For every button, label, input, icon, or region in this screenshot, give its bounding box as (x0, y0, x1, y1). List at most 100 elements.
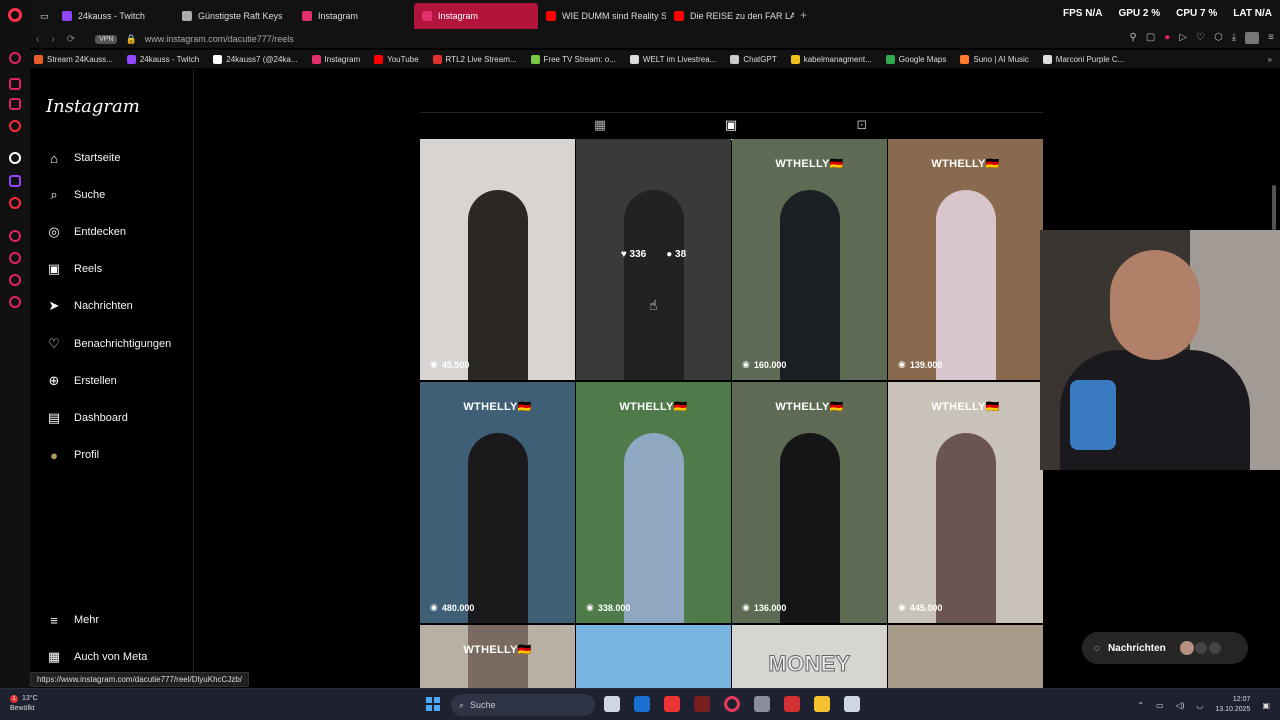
bookmark-item[interactable]: kabelmanagment... (790, 54, 872, 64)
reel-thumbnail (467, 190, 528, 380)
twitch-icon[interactable] (9, 175, 21, 187)
menu-icon[interactable]: ≡ (1268, 32, 1274, 44)
forward-button[interactable]: › (51, 34, 54, 45)
extensions-icon[interactable] (9, 274, 21, 286)
reel-tile[interactable]: ♥ 336 ● 38 (576, 139, 731, 380)
messages-button[interactable]: ◌ Nachrichten (1082, 632, 1248, 664)
profile-avatar-icon[interactable] (1245, 32, 1260, 44)
bookmark-item[interactable]: ChatGPT (730, 54, 777, 64)
back-button[interactable]: ‹ (36, 34, 39, 45)
wifi-icon[interactable]: ◡ (1196, 701, 1203, 710)
bookmark-item[interactable]: WELT im Livestrea... (629, 54, 716, 64)
reel-tile[interactable]: WTHELLY🇩🇪 ◉ 139.000 (888, 139, 1043, 380)
play-icon[interactable]: ▷ (1179, 32, 1187, 44)
bookmark-item[interactable]: 24kauss - Twitch (126, 54, 199, 64)
nav-item-reels[interactable]: ▣ Reels (46, 261, 102, 277)
instagram-logo[interactable]: Instagram (46, 96, 140, 117)
network-icon[interactable]: ▭ (1156, 701, 1164, 710)
reel-tile[interactable]: WTHELLY🇩🇪 ◉ 338.000 (576, 382, 731, 623)
player-icon[interactable] (9, 120, 21, 132)
taskbar-app-icon[interactable] (754, 696, 770, 712)
arc-icon[interactable] (9, 152, 21, 164)
browser-tab[interactable]: 24kauss - Twitch (54, 3, 174, 29)
bookmark-item[interactable]: Free TV Stream: o... (530, 54, 616, 64)
posts-grid-icon[interactable]: ▦ (592, 117, 608, 133)
reel-tile[interactable]: WTHELLY🇩🇪 ◉ 160.000 (732, 139, 887, 380)
aria-icon[interactable] (9, 52, 21, 64)
pin-icon[interactable]: ⚲ (1130, 32, 1137, 44)
taskbar-app-icon[interactable] (724, 696, 740, 712)
news-icon[interactable] (9, 98, 21, 110)
reload-icon[interactable]: ⟳ (67, 34, 75, 45)
reel-tile[interactable]: ◉ 45.500 (420, 139, 575, 380)
tagged-icon[interactable]: ⊡ (854, 117, 870, 133)
url-input[interactable]: www.instagram.com/dacutie777/reels (145, 34, 294, 44)
reel-tile[interactable]: WTHELLY🇩🇪 (420, 625, 575, 689)
nav-item-profil[interactable]: ● Profil (46, 447, 99, 463)
browser-tab[interactable]: Instagram (294, 3, 414, 29)
bookmark-item[interactable]: Google Maps (885, 54, 946, 64)
reels-tab-icon[interactable]: ▣ (710, 117, 752, 140)
settings-icon[interactable] (9, 296, 21, 308)
taskbar-app-icon[interactable] (814, 696, 830, 712)
extensions-icon[interactable]: ⬡ (1214, 32, 1223, 44)
nav-item-mehr[interactable]: ≡ Mehr (46, 612, 99, 628)
browser-tab[interactable]: Die REISE zu den FAR LA (666, 3, 794, 29)
scrollbar[interactable] (1272, 185, 1276, 230)
browser-tab[interactable]: Instagram (414, 3, 538, 29)
reel-tile[interactable]: WTHELLY🇩🇪 ◉ 136.000 (732, 382, 887, 623)
nav-item-entdecken[interactable]: ◎ Entdecken (46, 224, 126, 240)
clock[interactable]: 12:07 13.10.2025 (1215, 695, 1250, 715)
bookmark-item[interactable]: 24kauss7 (@24ka... (213, 54, 298, 64)
workspaces-icon[interactable]: ▭ (40, 3, 54, 29)
taskbar-app-icon[interactable] (844, 696, 860, 712)
notifications-icon[interactable]: ▣ (1262, 701, 1270, 710)
bookmark-item[interactable]: Stream 24Kauss... (34, 54, 113, 64)
youtube-icon[interactable] (9, 197, 21, 209)
taskbar-search[interactable]: ⌕ Suche (451, 694, 595, 716)
bookmark-item[interactable]: YouTube (374, 54, 419, 64)
snapshot-icon[interactable]: ▢ (1146, 32, 1155, 44)
shield-icon[interactable]: ● (1164, 32, 1170, 44)
reel-tile[interactable] (576, 625, 731, 689)
reel-tile[interactable]: MONEY (732, 625, 887, 689)
taskbar-app-icon[interactable] (694, 696, 710, 712)
nav-item-label: Profil (74, 449, 100, 461)
volume-icon[interactable]: ◁) (1176, 701, 1185, 710)
chevron-up-icon[interactable]: ⌃ (1137, 701, 1144, 710)
reel-tile[interactable] (888, 625, 1043, 689)
nav-item-benachrichtigungen[interactable]: ♡ Benachrichtigungen (46, 336, 171, 352)
vpn-badge[interactable]: VPN (95, 34, 118, 44)
bookmark-item[interactable]: Marconi Purple C... (1042, 54, 1124, 64)
taskbar-app-icon[interactable] (664, 696, 680, 712)
messages-label: Nachrichten (1107, 642, 1166, 654)
nav-item-nachrichten[interactable]: ➤ Nachrichten (46, 298, 133, 314)
lock-icon[interactable]: 🔒 (125, 34, 136, 45)
nav-item-dashboard[interactable]: ▤ Dashboard (46, 410, 128, 426)
taskbar-app-icon[interactable] (784, 696, 800, 712)
nav-item-auch-von-meta[interactable]: ▦ Auch von Meta (46, 649, 148, 665)
taskbar-app-icon[interactable] (604, 696, 620, 712)
bookmarks-more-icon[interactable]: » (1268, 55, 1272, 64)
browser-tab[interactable]: WIE DUMM sind Reality S (538, 3, 666, 29)
opera-logo-icon[interactable] (8, 8, 22, 22)
windows-start-icon[interactable] (426, 697, 440, 711)
browser-tab[interactable]: Günstigste Raft Keys (174, 3, 294, 29)
bookmark-item[interactable]: RTL2 Live Stream... (432, 54, 517, 64)
messenger-icon[interactable] (9, 78, 21, 90)
nav-item-label: Entdecken (74, 226, 126, 238)
bookmark-item[interactable]: Instagram (311, 54, 360, 64)
reel-tile[interactable]: WTHELLY🇩🇪 ◉ 480.000 (420, 382, 575, 623)
nav-item-suche[interactable]: ⌕ Suche (46, 187, 105, 203)
taskbar-app-icon[interactable] (634, 696, 650, 712)
download-icon[interactable]: ⤓ (1232, 32, 1236, 44)
bookmark-item[interactable]: Suno | AI Music (960, 54, 1029, 64)
weather-widget[interactable]: 1 13°C Bewölkt (10, 694, 38, 714)
history-icon[interactable] (9, 230, 21, 242)
nav-item-startseite[interactable]: ⌂ Startseite (46, 150, 120, 166)
heart-icon[interactable]: ♡ (1196, 32, 1205, 44)
new-tab-button[interactable]: + (800, 8, 807, 22)
nav-item-erstellen[interactable]: ⊕ Erstellen (46, 373, 117, 389)
clock-icon[interactable] (9, 252, 21, 264)
reel-tile[interactable]: WTHELLY🇩🇪 ◉ 445.000 (888, 382, 1043, 623)
